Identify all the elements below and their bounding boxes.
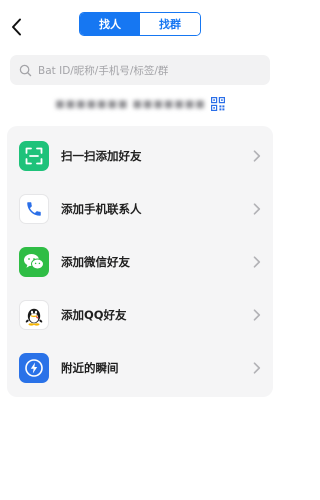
my-id-row: ■■■■■■■ ■■■■■■■ — [0, 96, 280, 112]
chevron-right-icon — [253, 308, 261, 321]
wechat-icon — [19, 246, 49, 277]
qq-icon — [19, 299, 49, 330]
find-tabs: 找人 找群 — [79, 12, 201, 36]
back-button[interactable] — [6, 15, 26, 39]
menu-item-scan[interactable]: 扫一扫添加好友 — [7, 129, 273, 182]
menu-item-label: 添加微信好友 — [61, 254, 130, 269]
top-bar: 找人 找群 — [0, 0, 280, 46]
chevron-left-icon — [11, 18, 21, 36]
menu-item-label: 扫一扫添加好友 — [61, 148, 142, 163]
chevron-right-icon — [253, 255, 261, 268]
search-icon — [19, 64, 32, 76]
tab-find-people[interactable]: 找人 — [80, 13, 140, 35]
menu-item-phone-contacts[interactable]: 添加手机联系人 — [7, 182, 273, 235]
menu-item-qq[interactable]: 添加QQ好友 — [7, 288, 273, 341]
tab-find-groups[interactable]: 找群 — [140, 13, 200, 35]
lightning-icon — [19, 352, 49, 383]
menu-item-nearby-moments[interactable]: 附近的瞬间 — [7, 341, 273, 394]
search-placeholder: Bat ID/昵称/手机号/标签/群 — [38, 64, 169, 77]
menu-item-label: 添加手机联系人 — [61, 201, 142, 216]
my-id-text: ■■■■■■■ ■■■■■■■ — [55, 98, 206, 110]
scan-icon — [19, 140, 49, 171]
phone-icon — [19, 193, 49, 224]
menu-item-label: 附近的瞬间 — [61, 360, 119, 375]
chevron-right-icon — [253, 149, 261, 162]
chevron-right-icon — [253, 202, 261, 215]
search-input[interactable]: Bat ID/昵称/手机号/标签/群 — [10, 55, 270, 85]
qr-code-icon[interactable] — [210, 97, 225, 111]
add-friend-menu: 扫一扫添加好友 添加手机联系人 添加微信好友 添加QQ好友 附近的瞬间 — [7, 126, 273, 397]
menu-item-label: 添加QQ好友 — [61, 307, 127, 322]
chevron-right-icon — [253, 361, 261, 374]
menu-item-wechat[interactable]: 添加微信好友 — [7, 235, 273, 288]
